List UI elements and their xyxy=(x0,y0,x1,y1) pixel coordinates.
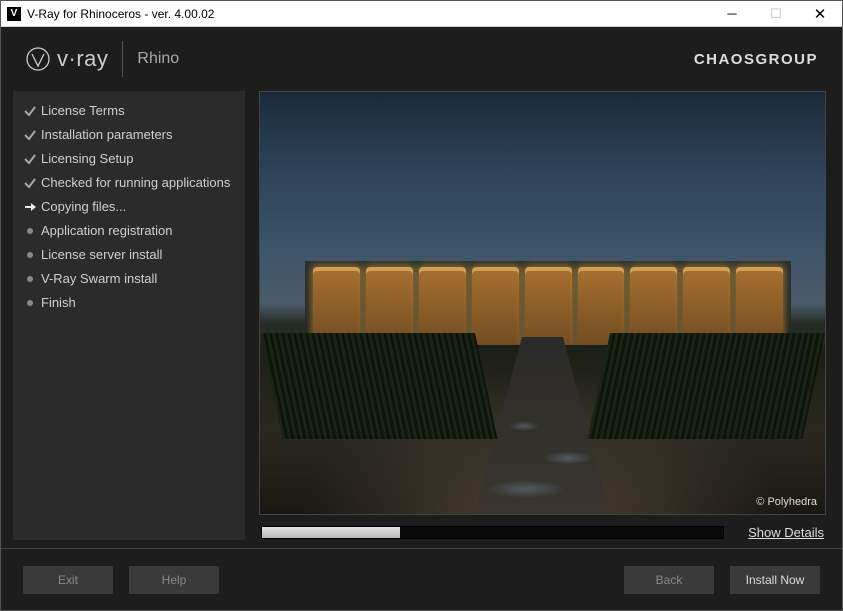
step-label: Finish xyxy=(41,293,76,313)
install-now-button[interactable]: Install Now xyxy=(730,566,820,594)
bullet-icon xyxy=(21,228,39,234)
preview-vineyard-left xyxy=(260,333,497,439)
content-area: © Polyhedra Show Details xyxy=(259,91,826,540)
maximize-button: ☐ xyxy=(754,1,798,27)
steps-sidebar: License Terms Installation parameters Li… xyxy=(13,91,245,540)
step-license-server: License server install xyxy=(19,243,239,267)
back-button[interactable]: Back xyxy=(624,566,714,594)
minimize-button[interactable]: ─ xyxy=(710,1,754,27)
step-label: Application registration xyxy=(41,221,173,241)
arrow-right-icon xyxy=(21,200,39,214)
close-button[interactable]: ✕ xyxy=(798,1,842,27)
check-icon xyxy=(21,128,39,142)
progress-bar xyxy=(261,526,724,539)
step-label: V-Ray Swarm install xyxy=(41,269,157,289)
app-icon: V xyxy=(7,7,21,21)
progress-fill xyxy=(262,527,400,538)
step-label: License Terms xyxy=(41,101,125,121)
check-icon xyxy=(21,104,39,118)
footer: Exit Help Back Install Now xyxy=(1,548,842,610)
product-suffix: Rhino xyxy=(137,50,179,68)
check-icon xyxy=(21,152,39,166)
step-label: License server install xyxy=(41,245,162,265)
preview-image: © Polyhedra xyxy=(259,91,826,515)
bullet-icon xyxy=(21,300,39,306)
title-controls: ─ ☐ ✕ xyxy=(710,1,842,27)
step-label: Installation parameters xyxy=(41,125,173,145)
step-install-params: Installation parameters xyxy=(19,123,239,147)
bullet-icon xyxy=(21,276,39,282)
step-license-terms: License Terms xyxy=(19,99,239,123)
step-label: Copying files... xyxy=(41,197,126,217)
preview-vineyard-right xyxy=(588,333,825,439)
step-checked-apps: Checked for running applications xyxy=(19,171,239,195)
exit-button[interactable]: Exit xyxy=(23,566,113,594)
titlebar: V V-Ray for Rhinoceros - ver. 4.00.02 ─ … xyxy=(1,1,842,27)
step-label: Checked for running applications xyxy=(41,173,230,193)
chaosgroup-logo: CHAOSGROUP xyxy=(694,51,818,68)
step-licensing-setup: Licensing Setup xyxy=(19,147,239,171)
step-label: Licensing Setup xyxy=(41,149,134,169)
step-swarm-install: V-Ray Swarm install xyxy=(19,267,239,291)
logo-divider xyxy=(122,41,123,77)
vray-logo-text: v·ray xyxy=(57,46,108,72)
vray-badge-icon xyxy=(25,46,51,72)
installer-window: V V-Ray for Rhinoceros - ver. 4.00.02 ─ … xyxy=(0,0,843,611)
check-icon xyxy=(21,176,39,190)
main-area: License Terms Installation parameters Li… xyxy=(1,91,842,548)
header: v·ray Rhino CHAOSGROUP xyxy=(1,27,842,91)
window-title: V-Ray for Rhinoceros - ver. 4.00.02 xyxy=(27,7,214,21)
preview-credit: © Polyhedra xyxy=(756,496,817,508)
step-finish: Finish xyxy=(19,291,239,315)
help-button[interactable]: Help xyxy=(129,566,219,594)
step-app-registration: Application registration xyxy=(19,219,239,243)
step-copying-files: Copying files... xyxy=(19,195,239,219)
show-details-link[interactable]: Show Details xyxy=(748,525,824,540)
progress-row: Show Details xyxy=(259,525,826,540)
vray-logo: v·ray xyxy=(25,46,108,72)
bullet-icon xyxy=(21,252,39,258)
